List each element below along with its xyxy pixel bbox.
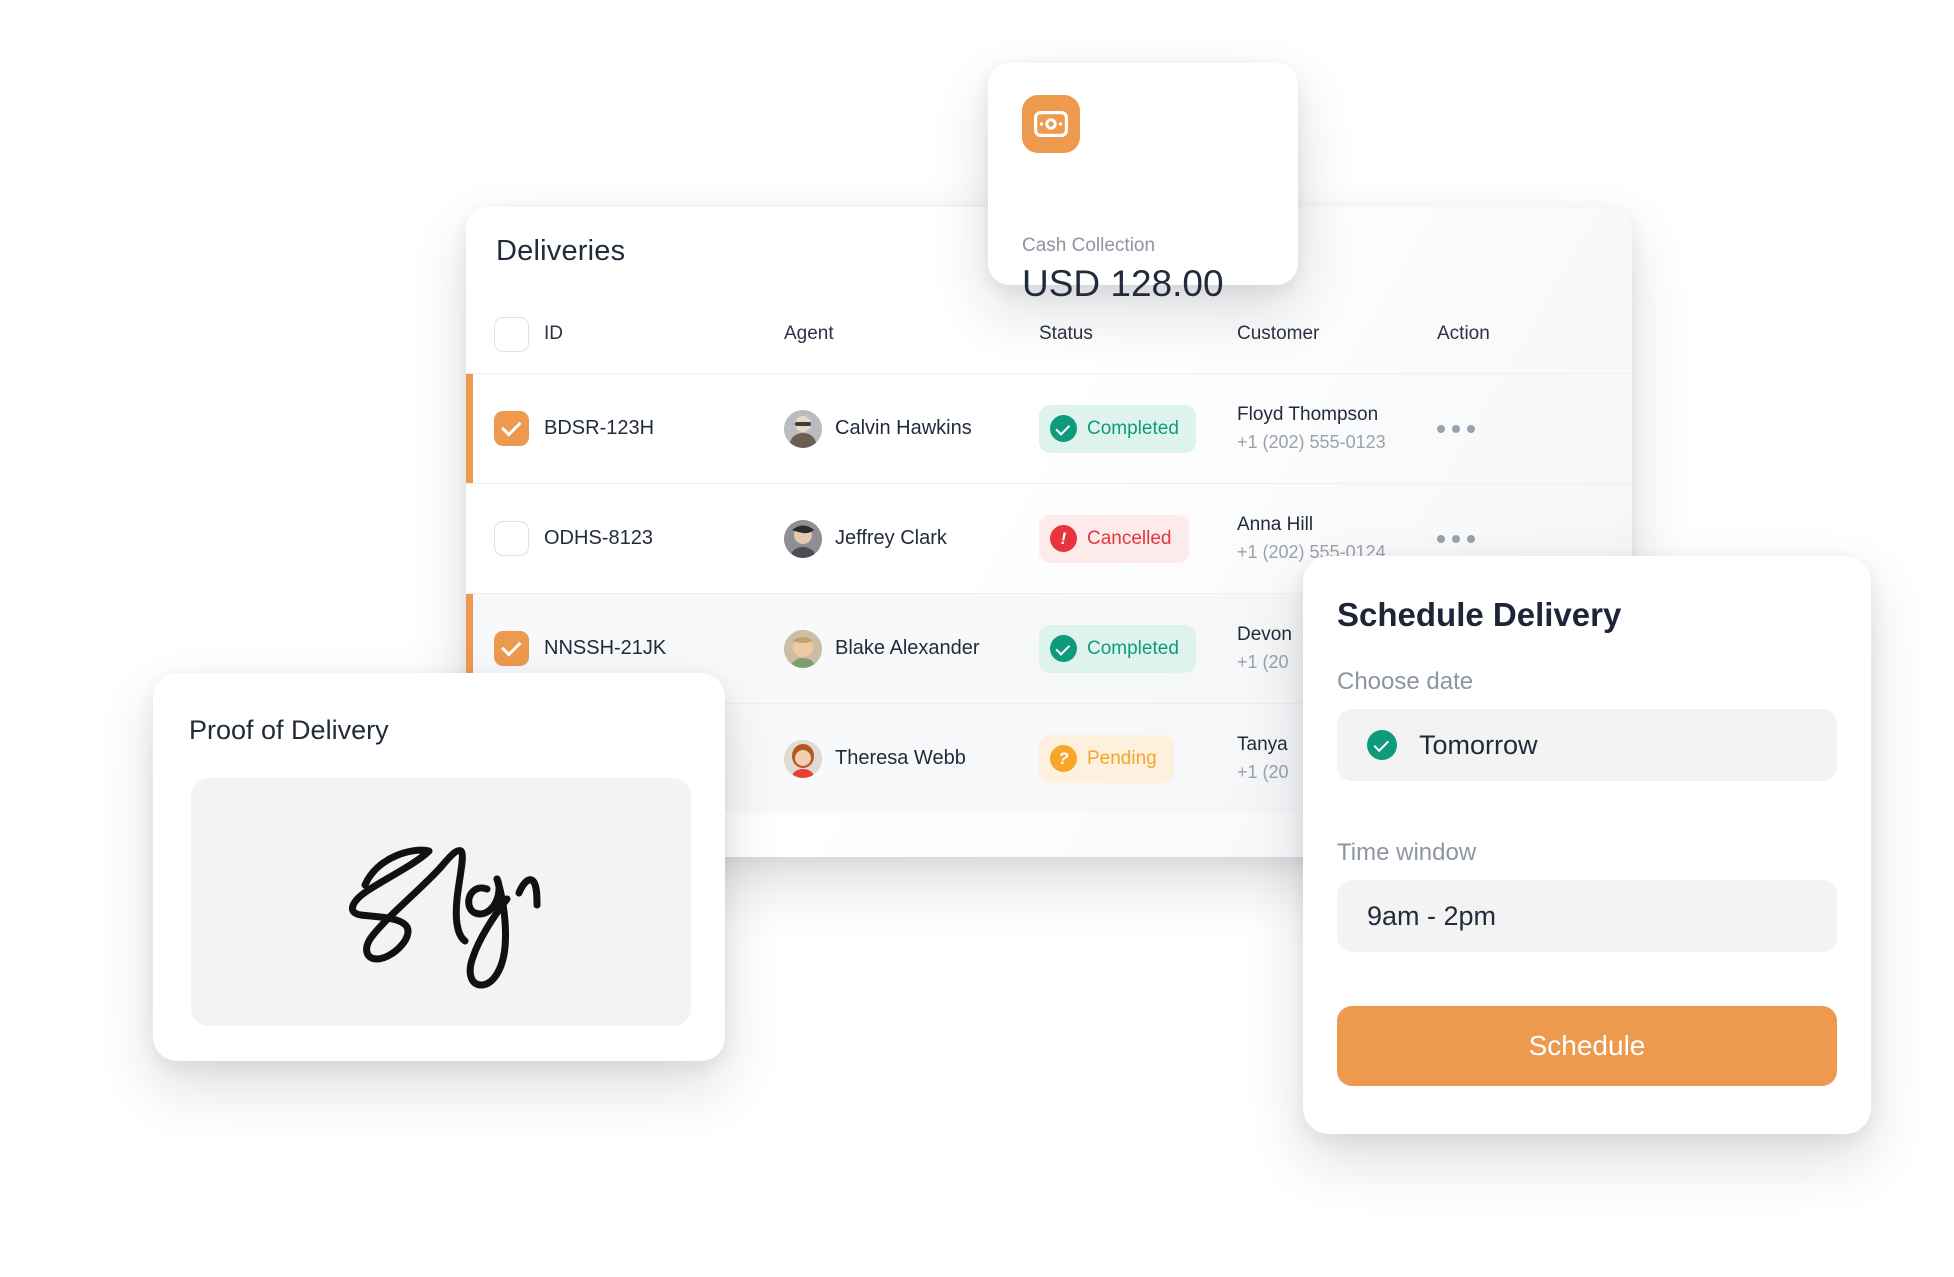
customer-cell: Floyd Thompson +1 (202) 555-0123 [1237, 404, 1437, 453]
status-label: Pending [1087, 747, 1157, 769]
alert-circle-icon: ! [1050, 525, 1077, 552]
status-label: Cancelled [1087, 527, 1172, 549]
time-window-field[interactable]: 9am - 2pm [1337, 880, 1837, 952]
status-badge: Completed [1039, 404, 1196, 453]
column-header-agent: Agent [784, 323, 834, 344]
cash-collection-card: Cash Collection USD 128.00 [988, 63, 1298, 304]
status-badge: ! Cancelled [1039, 514, 1189, 563]
column-header-customer: Customer [1237, 323, 1320, 344]
page-title: Deliveries [496, 235, 626, 267]
question-circle-icon: ? [1050, 745, 1077, 772]
avatar [784, 629, 822, 668]
select-all-checkbox-cell[interactable] [466, 316, 544, 352]
row-checkbox[interactable] [494, 411, 529, 446]
delivery-id: ODHS-8123 [544, 527, 653, 549]
select-all-checkbox[interactable] [494, 316, 529, 352]
status-label: Completed [1087, 417, 1179, 439]
cash-collection-label: Cash Collection [1022, 235, 1156, 256]
time-value: 9am - 2pm [1367, 900, 1497, 931]
choose-date-label: Choose date [1337, 668, 1474, 695]
signature-pad[interactable] [191, 778, 691, 1026]
column-header-id: ID [544, 323, 563, 344]
row-accent-bar [466, 374, 473, 483]
row-checkbox-cell[interactable] [466, 631, 544, 666]
agent-name: Blake Alexander [835, 637, 980, 659]
check-circle-icon [1367, 730, 1397, 760]
row-checkbox[interactable] [494, 521, 529, 556]
row-more-actions-icon[interactable] [1437, 424, 1597, 433]
customer-name: Floyd Thompson [1237, 404, 1379, 425]
agent-cell: Calvin Hawkins [784, 409, 1039, 448]
status-badge: Completed [1039, 624, 1196, 673]
proof-of-delivery-card: Proof of Delivery [153, 673, 725, 1061]
agent-name: Calvin Hawkins [835, 417, 972, 439]
agent-name: Theresa Webb [835, 747, 966, 769]
avatar [784, 409, 822, 448]
customer-name: Anna Hill [1237, 514, 1314, 535]
agent-cell: Jeffrey Clark [784, 519, 1039, 558]
screenshot-stage: Deliveries ID Agent Status Customer Acti… [0, 0, 1954, 1277]
delivery-id: BDSR-123H [544, 417, 655, 439]
row-more-actions-icon[interactable] [1437, 534, 1597, 543]
schedule-button[interactable]: Schedule [1337, 1006, 1837, 1086]
column-header-status: Status [1039, 323, 1093, 344]
avatar [784, 739, 822, 778]
check-circle-icon [1050, 415, 1077, 442]
row-checkbox-cell[interactable] [466, 521, 544, 556]
check-circle-icon [1050, 635, 1077, 662]
time-window-label: Time window [1337, 839, 1477, 866]
avatar [784, 519, 822, 558]
schedule-delivery-card: Schedule Delivery Choose date Tomorrow T… [1303, 556, 1871, 1134]
status-label: Completed [1087, 637, 1179, 659]
agent-cell: Blake Alexander [784, 629, 1039, 668]
table-header-row: ID Agent Status Customer Action [466, 295, 1632, 373]
proof-of-delivery-title: Proof of Delivery [189, 715, 389, 745]
date-option-tomorrow[interactable]: Tomorrow [1337, 709, 1837, 781]
row-checkbox[interactable] [494, 631, 529, 666]
agent-cell: Theresa Webb [784, 739, 1039, 778]
status-badge: ? Pending [1039, 734, 1174, 783]
cash-collection-amount: USD 128.00 [1022, 263, 1224, 304]
customer-phone: +1 (202) 555-0123 [1237, 432, 1386, 452]
agent-name: Jeffrey Clark [835, 527, 947, 549]
schedule-delivery-title: Schedule Delivery [1337, 596, 1622, 633]
row-checkbox-cell[interactable] [466, 411, 544, 446]
banknote-icon [1022, 95, 1080, 153]
delivery-id: NNSSH-21JK [544, 637, 667, 659]
table-row[interactable]: BDSR-123H Calvin Hawkins Completed Floyd… [466, 373, 1632, 483]
date-value: Tomorrow [1419, 729, 1538, 760]
column-header-action: Action [1437, 323, 1490, 344]
signature-icon [349, 846, 541, 989]
